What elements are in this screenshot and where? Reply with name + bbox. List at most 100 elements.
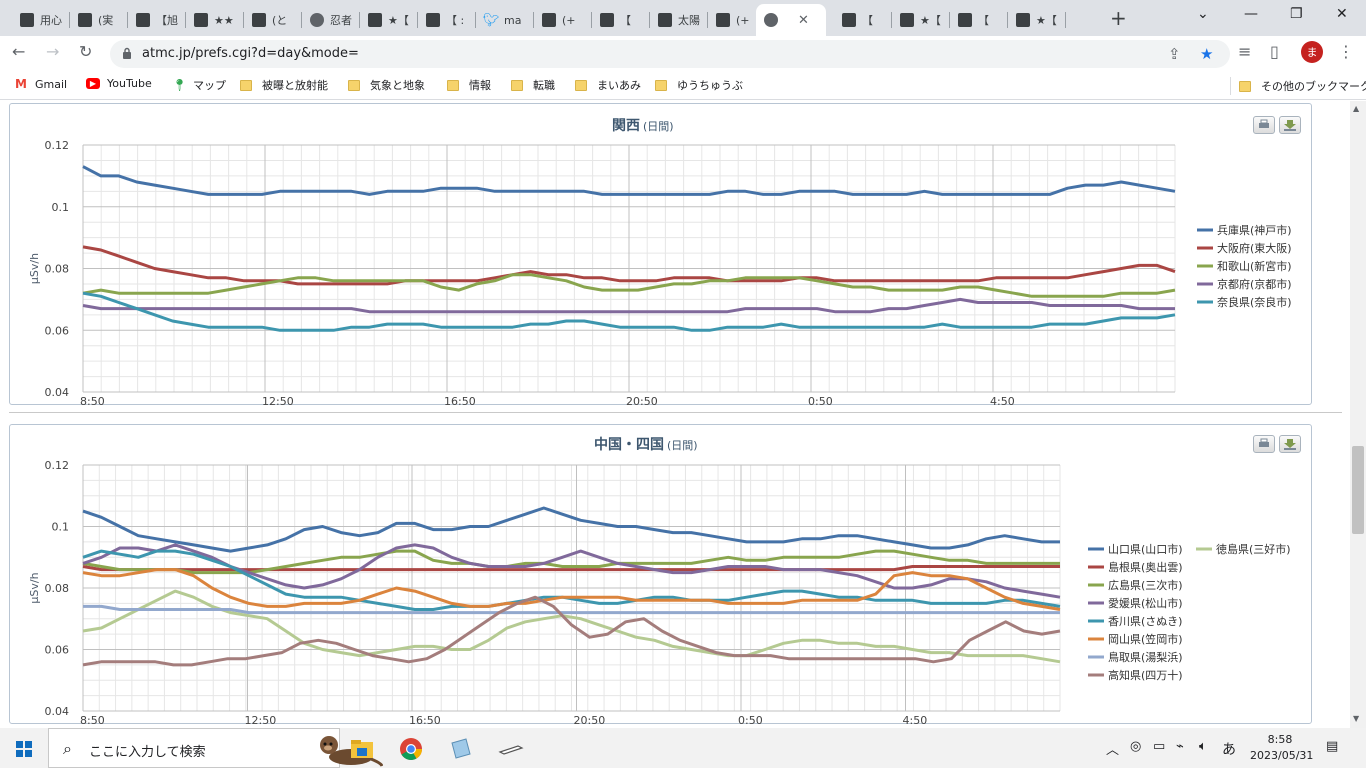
bookmark-separator bbox=[1230, 77, 1231, 95]
search-placeholder[interactable]: ここに入力して検索 bbox=[89, 741, 206, 760]
chrome-icon[interactable] bbox=[396, 734, 426, 764]
legend-label: 高知県(四万十) bbox=[1108, 668, 1183, 682]
volume-icon[interactable]: 🔈︎ bbox=[1199, 739, 1207, 754]
bookmark-item[interactable]: ▶ YouTube bbox=[86, 77, 152, 90]
close-window-button[interactable]: ✕ bbox=[1336, 6, 1348, 22]
tab-title: ★【 bbox=[1036, 14, 1057, 27]
windows-start-icon[interactable] bbox=[16, 741, 32, 757]
meet-now-icon[interactable]: ◎ bbox=[1130, 739, 1141, 754]
y-axis-label: μSv/h bbox=[28, 253, 41, 284]
tab-search-icon[interactable]: ⌄ bbox=[1197, 6, 1209, 22]
side-panel-icon[interactable]: ▯ bbox=[1270, 42, 1279, 61]
chart-panel-chugoku-shikoku: 0.12 0.1 0.08 0.06 0.04 8:50 12:50 16:50 20:50 0:… bbox=[9, 424, 1312, 727]
network-icon[interactable]: ⌁ bbox=[1176, 739, 1184, 754]
print-chart-button[interactable] bbox=[1253, 116, 1275, 134]
chart-subtitle: (日間) bbox=[667, 439, 698, 452]
bookmark-item[interactable]: 📍︎ マップ bbox=[172, 77, 226, 93]
new-tab-button[interactable]: + bbox=[1110, 6, 1127, 30]
scroll-down-arrow[interactable]: ▼ bbox=[1353, 714, 1359, 723]
legend-label: 大阪府(東大阪) bbox=[1217, 241, 1292, 255]
url-text[interactable]: atmc.jp/prefs.cgi?d=day&mode= bbox=[142, 46, 359, 61]
browser-tab[interactable]: ✕ bbox=[756, 4, 826, 36]
media-control-icon[interactable]: ≡ bbox=[1238, 42, 1251, 61]
scroll-thumb[interactable] bbox=[1352, 446, 1364, 534]
reload-button[interactable]: ↻ bbox=[79, 42, 92, 61]
browser-tab[interactable]: (実 bbox=[70, 4, 128, 36]
show-hidden-icons-icon[interactable]: ︿ bbox=[1106, 739, 1119, 758]
y-tick-label: 0.1 bbox=[52, 521, 70, 534]
browser-tab[interactable]: 【 : bbox=[418, 4, 476, 36]
browser-tab[interactable]: ★★ bbox=[186, 4, 244, 36]
site-icon bbox=[658, 13, 672, 27]
maximize-button[interactable]: ❐ bbox=[1290, 6, 1303, 22]
battery-icon[interactable]: ▭ bbox=[1153, 739, 1165, 754]
browser-tab[interactable]: 【 bbox=[950, 4, 1008, 36]
x-tick-label: 20:50 bbox=[574, 714, 606, 725]
folder-icon bbox=[240, 79, 252, 91]
x-tick-label: 4:50 bbox=[903, 714, 928, 725]
bookmark-item[interactable]: 情報 bbox=[447, 77, 491, 93]
browser-tab[interactable]: (と bbox=[244, 4, 302, 36]
bookmark-item[interactable]: ゆうちゅうぶ bbox=[655, 77, 743, 93]
bookmark-item[interactable]: 気象と地象 bbox=[348, 77, 425, 93]
browser-tab[interactable]: 太陽 bbox=[650, 4, 708, 36]
legend-label: 広島県(三次市) bbox=[1108, 578, 1183, 592]
bookmark-label: Gmail bbox=[35, 77, 68, 91]
browser-tab[interactable]: ★【 bbox=[892, 4, 950, 36]
profile-avatar[interactable]: ま bbox=[1301, 41, 1323, 63]
site-icon bbox=[842, 13, 856, 27]
download-icon bbox=[1284, 439, 1296, 450]
ime-indicator[interactable]: あ bbox=[1222, 739, 1236, 759]
bookmark-star-icon[interactable]: ★ bbox=[1200, 45, 1213, 63]
vertical-scrollbar[interactable] bbox=[1350, 101, 1366, 728]
app-window-icon[interactable] bbox=[496, 734, 526, 764]
browser-tab[interactable]: 用心 bbox=[12, 4, 70, 36]
browser-tab[interactable]: (+ bbox=[534, 4, 592, 36]
y-axis-label: μSv/h bbox=[28, 572, 41, 603]
bookmark-item[interactable]: 被曝と放射能 bbox=[240, 77, 328, 93]
back-button[interactable]: ← bbox=[12, 42, 25, 61]
share-icon[interactable]: ⇪ bbox=[1168, 45, 1181, 63]
browser-tab[interactable]: ★【 bbox=[360, 4, 418, 36]
bookmark-item[interactable]: 転職 bbox=[511, 77, 555, 93]
globe-icon bbox=[310, 13, 324, 27]
site-icon bbox=[368, 13, 382, 27]
bookmark-label: 被曝と放射能 bbox=[262, 79, 328, 92]
bookmark-label: 情報 bbox=[469, 79, 491, 92]
menu-icon[interactable]: ⋮ bbox=[1338, 42, 1354, 61]
minimize-button[interactable]: — bbox=[1244, 6, 1258, 22]
browser-tab[interactable]: 【旭 bbox=[128, 4, 186, 36]
site-icon bbox=[542, 13, 556, 27]
clock-date: 2023/05/31 bbox=[1250, 749, 1314, 762]
taskbar-search-box[interactable]: ⌕ ここに入力して検索 bbox=[48, 728, 383, 768]
print-chart-button[interactable] bbox=[1253, 435, 1275, 453]
legend-label: 鳥取県(湯梨浜) bbox=[1108, 650, 1183, 664]
browser-tab[interactable]: 🐦︎ ma bbox=[476, 4, 534, 36]
address-bar[interactable]: atmc.jp/prefs.cgi?d=day&mode= ⇪ ★ bbox=[110, 40, 1230, 68]
other-bookmarks[interactable]: その他のブックマーク bbox=[1230, 77, 1366, 95]
browser-tab[interactable]: ★【 bbox=[1008, 4, 1066, 36]
scroll-up-arrow[interactable]: ▲ bbox=[1353, 104, 1359, 113]
browser-tab[interactable]: 【 bbox=[834, 4, 892, 36]
site-icon bbox=[194, 13, 208, 27]
clock[interactable]: 8:58 2023/05/31 bbox=[1250, 732, 1314, 764]
export-chart-button[interactable] bbox=[1279, 435, 1301, 453]
bookmark-item[interactable]: M Gmail bbox=[14, 77, 67, 91]
notes-app-icon[interactable] bbox=[446, 734, 476, 764]
browser-tab[interactable]: 【 bbox=[592, 4, 650, 36]
bookmark-label: YouTube bbox=[107, 77, 152, 90]
close-tab-icon[interactable]: ✕ bbox=[798, 13, 809, 28]
browser-tab[interactable]: 忍者 bbox=[302, 4, 360, 36]
bookmark-label: まいあみ bbox=[597, 79, 641, 92]
notification-icon[interactable]: ▤ bbox=[1326, 739, 1338, 754]
file-explorer-icon[interactable] bbox=[347, 734, 377, 764]
bookmark-item[interactable]: まいあみ bbox=[575, 77, 641, 93]
y-tick-label: 0.06 bbox=[45, 644, 70, 657]
forward-button[interactable]: → bbox=[46, 42, 59, 61]
tab-strip: 用心 (実 【旭 ★★ (と 忍者 ★【 【 : 🐦︎ ma (+ 【 太陽 (+ ✕ 【 ★【 【 ★【 bbox=[0, 0, 1366, 36]
lock-icon[interactable] bbox=[122, 47, 132, 59]
x-tick-label: 12:50 bbox=[245, 714, 277, 725]
legend-label: 京都府(京都市) bbox=[1217, 277, 1292, 291]
x-tick-label: 16:50 bbox=[444, 395, 476, 406]
export-chart-button[interactable] bbox=[1279, 116, 1301, 134]
